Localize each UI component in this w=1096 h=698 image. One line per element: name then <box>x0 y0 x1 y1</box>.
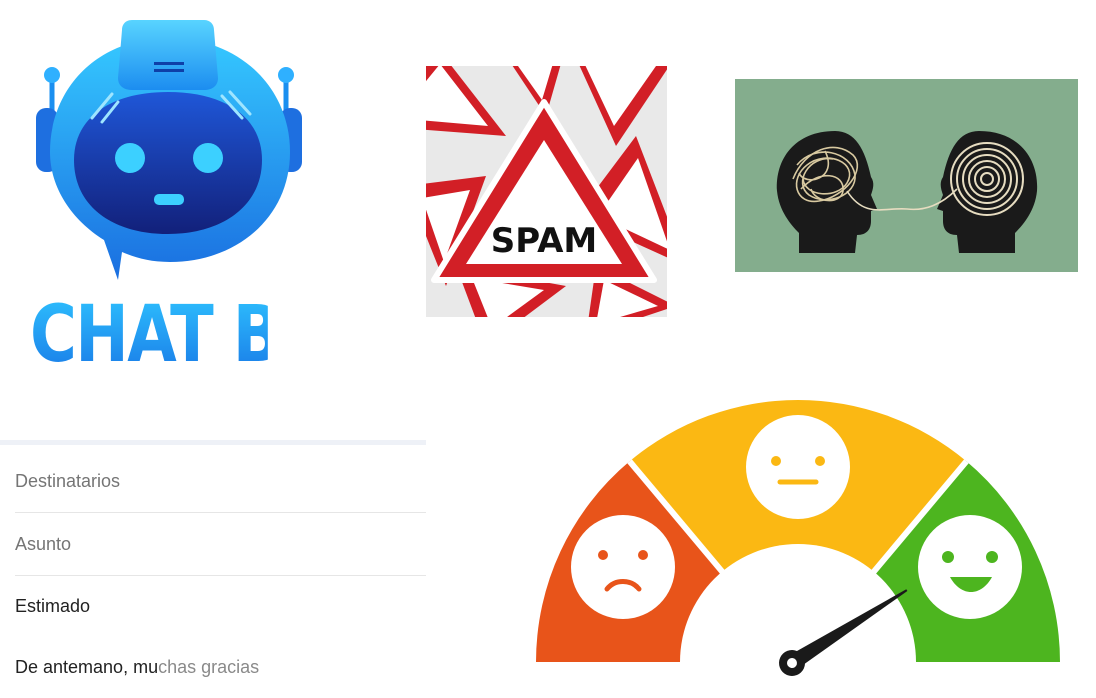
happy-face-icon <box>918 515 1022 619</box>
satisfaction-meter-icon <box>536 400 1060 676</box>
chatbot-logo: CHAT BOT <box>0 0 376 380</box>
chatbot-title: CHAT BOT <box>30 290 376 380</box>
recipients-placeholder: Destinatarios <box>15 471 121 491</box>
closing-typed-text: De antemano, mu <box>15 657 159 677</box>
spam-warning-image: SPAM <box>426 66 667 317</box>
two-heads-icon <box>735 79 1078 272</box>
spam-warning-icon: SPAM <box>426 66 667 317</box>
greeting-text: Estimado <box>15 596 91 616</box>
subject-field[interactable]: Asunto <box>15 513 426 576</box>
body-greeting-line[interactable]: Estimado <box>15 575 426 637</box>
email-compose-form: Destinatarios Asunto Estimado De anteman… <box>0 440 426 690</box>
body-closing-line[interactable]: De antemano, muchas gracias <box>15 636 426 698</box>
subject-placeholder: Asunto <box>15 534 72 554</box>
form-top-bar <box>0 440 426 445</box>
robot-icon <box>36 20 302 280</box>
satisfaction-gauge <box>517 385 1079 690</box>
sad-face-icon <box>571 515 675 619</box>
recipients-field[interactable]: Destinatarios <box>15 450 426 513</box>
communication-image <box>735 79 1078 272</box>
neutral-face-icon <box>746 415 850 519</box>
spam-sign-text: SPAM <box>491 221 597 261</box>
smart-compose-suggestion[interactable]: chas gracias <box>158 657 259 677</box>
